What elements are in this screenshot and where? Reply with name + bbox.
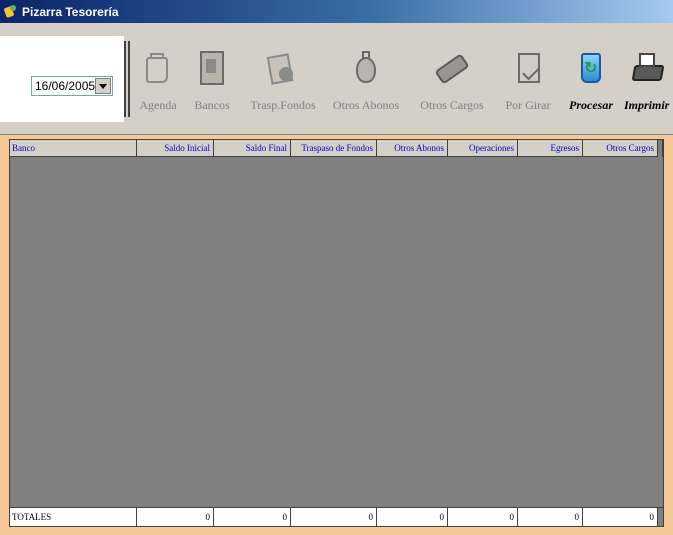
safe-icon — [192, 49, 232, 89]
column-header-traspaso-fondos[interactable]: Traspaso de Fondos — [291, 140, 377, 157]
total-traspaso-fondos: 0 — [291, 508, 377, 526]
card-icon — [432, 49, 472, 89]
imprimir-label: Imprimir — [624, 98, 670, 112]
column-header-otros-abonos[interactable]: Otros Abonos — [377, 140, 448, 157]
column-header-saldo-inicial[interactable]: Saldo Inicial — [137, 140, 214, 157]
por-girar-label: Por Girar — [505, 98, 551, 112]
main-area: Banco Saldo Inicial Saldo Final Traspaso… — [0, 135, 673, 535]
agenda-label: Agenda — [139, 98, 177, 112]
procesar-button[interactable]: Procesar — [562, 39, 620, 121]
total-saldo-final: 0 — [214, 508, 291, 526]
total-otros-cargos: 0 — [583, 508, 658, 526]
window-title: Pizarra Tesorería — [22, 4, 119, 19]
otros-cargos-label: Otros Cargos — [420, 98, 484, 112]
imprimir-button[interactable]: Imprimir — [620, 39, 673, 121]
column-header-otros-cargos[interactable]: Otros Cargos — [583, 140, 658, 157]
bancos-label: Bancos — [194, 98, 230, 112]
por-girar-button[interactable]: Por Girar — [496, 39, 560, 121]
otros-abonos-label: Otros Abonos — [332, 98, 400, 112]
agenda-button[interactable]: Agenda — [132, 39, 184, 121]
recycle-bin-icon — [571, 49, 611, 89]
money-bag-icon — [346, 49, 386, 89]
total-operaciones: 0 — [448, 508, 518, 526]
column-header-operaciones[interactable]: Operaciones — [448, 140, 518, 157]
total-saldo-inicial: 0 — [137, 508, 214, 526]
column-header-banco[interactable]: Banco — [10, 140, 137, 157]
column-header-saldo-final[interactable]: Saldo Final — [214, 140, 291, 157]
printer-icon — [627, 49, 667, 89]
totals-filler — [658, 508, 663, 526]
procesar-label: Procesar — [569, 98, 613, 112]
toolbar: 16/06/2005 Agenda Bancos Trasp.Fondos Ot… — [0, 23, 673, 135]
date-value: 16/06/2005 — [35, 79, 96, 93]
date-picker[interactable]: 16/06/2005 — [31, 76, 113, 96]
app-icon — [4, 4, 18, 19]
column-header-egresos[interactable]: Egresos — [518, 140, 583, 157]
totals-row: TOTALES 0 0 0 0 0 0 0 — [10, 507, 663, 526]
header-filler — [658, 140, 663, 157]
data-grid[interactable]: Banco Saldo Inicial Saldo Final Traspaso… — [9, 139, 664, 527]
otros-cargos-button[interactable]: Otros Cargos — [410, 39, 494, 121]
title-bar[interactable]: Pizarra Tesorería — [0, 0, 673, 23]
transfer-icon — [263, 49, 303, 89]
totals-label: TOTALES — [10, 508, 137, 526]
trasp-fondos-label: Trasp.Fondos — [250, 98, 316, 112]
date-panel: 16/06/2005 — [0, 36, 124, 122]
otros-abonos-button[interactable]: Otros Abonos — [326, 39, 406, 121]
trasp-fondos-button[interactable]: Trasp.Fondos — [242, 39, 324, 121]
check-doc-icon — [508, 49, 548, 89]
toolbar-separator — [124, 41, 130, 117]
agenda-icon — [138, 49, 178, 89]
grid-header: Banco Saldo Inicial Saldo Final Traspaso… — [10, 140, 663, 157]
total-egresos: 0 — [518, 508, 583, 526]
bancos-button[interactable]: Bancos — [186, 39, 238, 121]
total-otros-abonos: 0 — [377, 508, 448, 526]
dropdown-arrow-icon[interactable] — [95, 78, 111, 94]
